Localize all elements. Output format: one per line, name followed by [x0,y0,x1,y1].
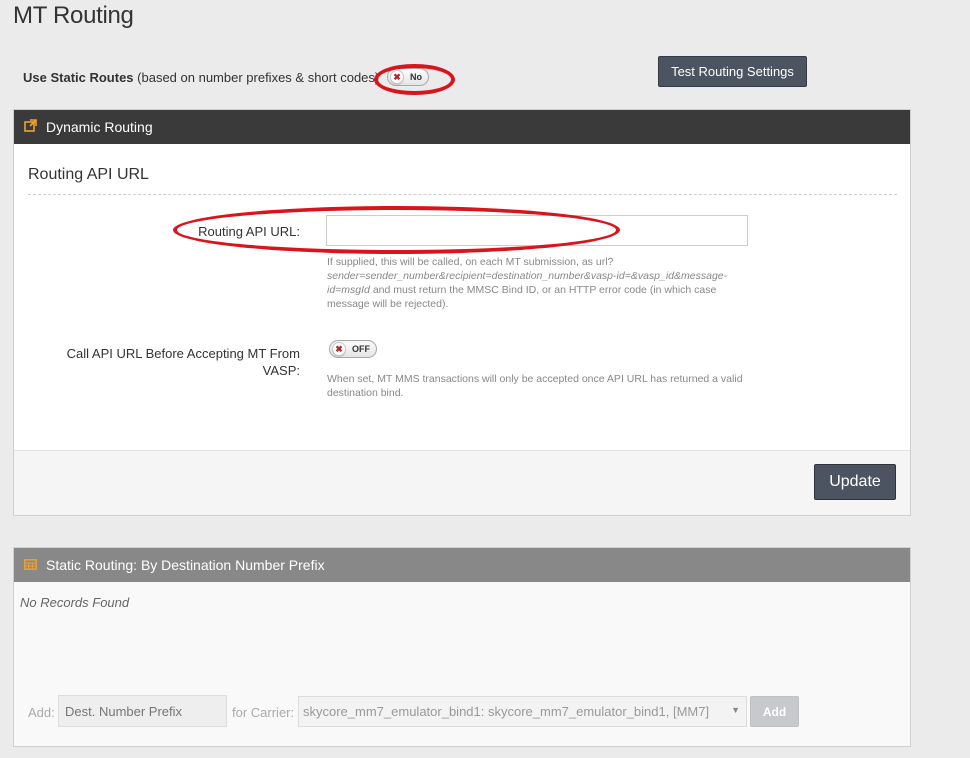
for-carrier-label: for Carrier: [232,705,295,720]
call-api-toggle-text: OFF [352,344,370,354]
external-link-icon [23,119,38,135]
routing-api-url-label: Routing API URL: [198,224,300,239]
call-api-before-accept-label: Call API URL Before Accepting MT From VA… [66,346,300,378]
carrier-selected-value: skycore_mm7_emulator_bind1: skycore_mm7_… [303,704,710,719]
no-records-text: No Records Found [20,595,130,610]
table-icon [23,557,38,573]
x-icon: ✖ [332,342,346,356]
page-title: MT Routing [13,2,134,29]
routing-api-url-input[interactable] [326,215,748,246]
routing-api-subtitle: Routing API URL [28,166,149,183]
add-label: Add: [28,705,55,720]
static-routes-description: (based on number prefixes & short codes) [133,70,380,85]
x-icon: ✖ [390,70,404,84]
static-routes-toggle-text: No [410,72,422,82]
carrier-select[interactable]: skycore_mm7_emulator_bind1: skycore_mm7_… [298,696,747,727]
static-routing-title: Static Routing: By Destination Number Pr… [46,557,325,573]
update-button[interactable]: Update [814,464,896,500]
dynamic-routing-header: Dynamic Routing [14,110,910,144]
static-routing-header: Static Routing: By Destination Number Pr… [14,548,910,582]
dynamic-routing-panel: Dynamic Routing Routing API URL Routing … [13,109,911,516]
dest-number-prefix-input[interactable] [58,695,227,727]
chevron-down-icon: ▼ [731,705,740,715]
static-routes-toggle[interactable]: ✖ No [387,68,429,86]
static-routes-label: Use Static Routes [23,70,134,85]
call-api-help: When set, MT MMS transactions will only … [327,373,743,399]
dynamic-routing-footer: Update [14,450,910,515]
dynamic-routing-title: Dynamic Routing [46,119,153,135]
add-route-button[interactable]: Add [750,696,799,727]
call-api-toggle[interactable]: ✖ OFF [329,340,377,358]
routing-api-url-help: If supplied, this will be called, on eac… [327,256,728,310]
static-routing-panel: Static Routing: By Destination Number Pr… [13,547,911,747]
section-divider [28,194,897,195]
static-routes-row: Use Static Routes (based on number prefi… [23,70,379,85]
test-routing-settings-button[interactable]: Test Routing Settings [658,56,807,87]
